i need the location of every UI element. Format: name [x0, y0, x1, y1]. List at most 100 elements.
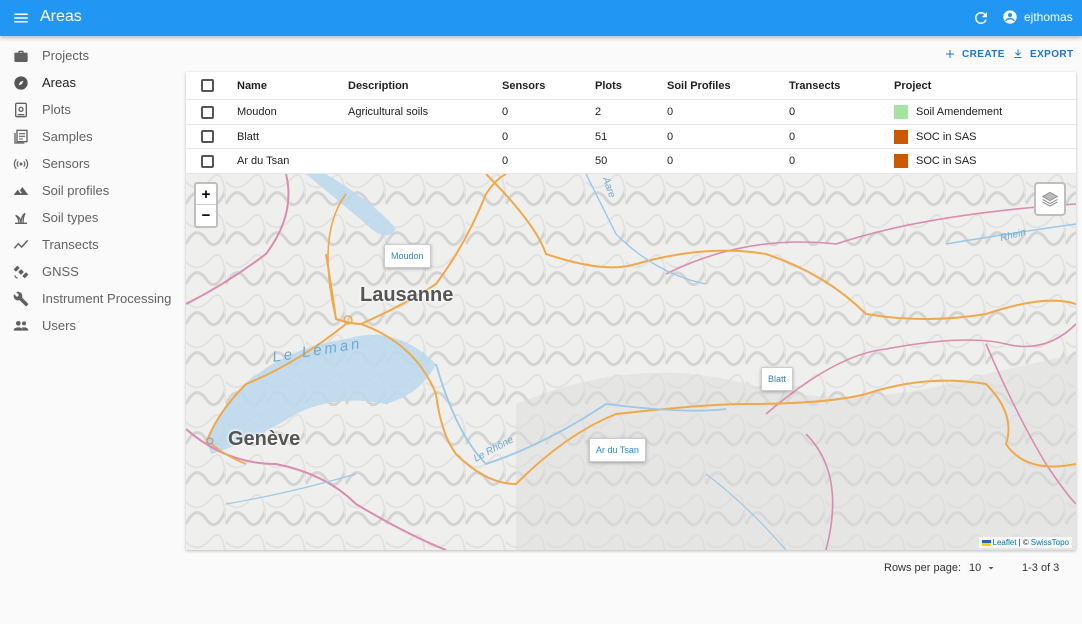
sidebar-item-samples[interactable]: Samples — [0, 123, 180, 150]
briefcase-icon — [12, 47, 30, 65]
cell-soil-profiles: 0 — [667, 155, 674, 167]
layers-icon — [1041, 191, 1059, 207]
cell-sensors: 0 — [502, 155, 509, 167]
map-attribution: Leaflet | © SwissTopo — [978, 537, 1072, 548]
cell-name: Ar du Tsan — [237, 155, 290, 167]
pagination-range: 1-3 of 3 — [1022, 562, 1060, 574]
cell-project: SOC in SAS — [894, 125, 977, 148]
row-checkbox[interactable] — [201, 130, 214, 143]
cell-sensors: 0 — [502, 106, 509, 118]
layers-button[interactable] — [1034, 182, 1066, 216]
cell-plots: 51 — [595, 130, 608, 143]
cell-transects: 0 — [789, 106, 796, 118]
column-header-sensors[interactable]: Sensors — [502, 72, 545, 99]
rows-per-page-select[interactable]: 10 — [969, 562, 997, 574]
project-name: SOC in SAS — [916, 155, 977, 167]
sidebar-item-label: Soil types — [42, 210, 99, 225]
sidebar-item-instrument-processing[interactable]: Instrument Processing — [0, 285, 180, 312]
swisstopo-link[interactable]: SwissTopo — [1031, 538, 1069, 547]
column-header-soil-profiles[interactable]: Soil Profiles — [667, 72, 731, 99]
sidebar-item-label: Transects — [42, 237, 99, 252]
sidebar-item-label: Sensors — [42, 156, 90, 171]
sidebar-item-users[interactable]: Users — [0, 312, 180, 339]
export-button-label: EXPORT — [1030, 48, 1074, 60]
wrench-icon — [12, 290, 30, 308]
column-header-project[interactable]: Project — [894, 72, 931, 99]
cell-description: Agricultural soils — [348, 106, 429, 118]
user-menu[interactable]: ejthomas — [1002, 9, 1073, 25]
sidebar-item-gnss[interactable]: GNSS — [0, 258, 180, 285]
sidebar-item-plots[interactable]: Plots — [0, 96, 180, 123]
zoom-control: + − — [194, 182, 218, 228]
create-button-label: CREATE — [962, 48, 1005, 60]
project-name: SOC in SAS — [916, 130, 977, 143]
sidebar-item-label: Soil profiles — [42, 183, 110, 198]
grass-icon — [12, 209, 30, 227]
zoom-in-button[interactable]: + — [196, 184, 216, 205]
compass-icon — [12, 74, 30, 92]
sidebar-item-transects[interactable]: Transects — [0, 231, 180, 258]
sidebar-item-label: Users — [42, 318, 76, 333]
row-checkbox-cell — [201, 149, 214, 173]
plus-icon — [946, 50, 954, 58]
ukraine-flag-icon — [981, 539, 991, 546]
sidebar-item-label: Instrument Processing — [42, 291, 172, 306]
project-color-swatch — [894, 154, 908, 168]
sidebar-item-areas[interactable]: Areas — [0, 69, 180, 96]
project-color-swatch — [894, 129, 908, 144]
zoom-out-button[interactable]: − — [196, 205, 216, 226]
cell-sensors: 0 — [502, 130, 509, 143]
cell-transects: 0 — [789, 130, 796, 143]
select-all-checkbox[interactable] — [201, 79, 214, 92]
cell-soil-profiles: 0 — [667, 130, 674, 143]
sidebar-item-soil-types[interactable]: Soil types — [0, 204, 180, 231]
table-row[interactable]: Blatt 0 51 0 0 SOC in SAS — [186, 125, 1076, 149]
row-checkbox-cell — [201, 125, 214, 148]
app-bar: Areas ejthomas — [0, 0, 1082, 36]
row-checkbox[interactable] — [201, 154, 214, 168]
project-color-swatch — [894, 105, 908, 119]
sidebar-item-label: Projects — [42, 48, 89, 63]
column-header-name[interactable]: Name — [237, 72, 267, 99]
cell-transects: 0 — [789, 155, 796, 167]
leaflet-link[interactable]: Leaflet — [993, 538, 1017, 547]
refresh-icon[interactable] — [972, 9, 990, 27]
sidebar-item-label: Plots — [42, 102, 71, 117]
export-button[interactable]: EXPORT — [1012, 48, 1074, 60]
satellite-icon — [12, 263, 30, 281]
city-label: Genève — [228, 428, 301, 450]
download-icon — [1014, 49, 1022, 58]
project-name: Soil Amendement — [916, 106, 1003, 118]
row-checkbox-cell — [201, 100, 214, 124]
sidebar-item-label: Areas — [42, 75, 76, 90]
menu-icon[interactable] — [12, 9, 30, 27]
map[interactable]: Lausanne Genève Le Léman Le Rhône Aare R… — [186, 174, 1076, 550]
create-button[interactable]: CREATE — [944, 48, 1005, 60]
chevron-down-icon — [988, 567, 994, 570]
samples-icon — [12, 128, 30, 146]
sidebar-item-projects[interactable]: Projects — [0, 42, 180, 69]
people-icon — [12, 317, 30, 335]
sensor-icon — [12, 155, 30, 173]
table-row[interactable]: Ar du Tsan 0 50 0 0 SOC in SAS — [186, 149, 1076, 174]
cell-plots: 50 — [595, 155, 608, 167]
cell-soil-profiles: 0 — [667, 106, 674, 118]
map-marker-blatt[interactable]: Blatt — [761, 367, 794, 391]
table-row[interactable]: Moudon Agricultural soils 0 2 0 0 Soil A… — [186, 100, 1076, 125]
username: ejthomas — [1024, 10, 1073, 24]
terrain-icon — [12, 182, 30, 200]
page-title: Areas — [40, 8, 82, 25]
sidebar-item-soil-profiles[interactable]: Soil profiles — [0, 177, 180, 204]
cell-project: SOC in SAS — [894, 149, 977, 173]
cell-name: Moudon — [237, 106, 277, 118]
map-marker-moudon[interactable]: Moudon — [384, 244, 431, 268]
column-header-plots[interactable]: Plots — [595, 72, 622, 99]
row-checkbox[interactable] — [201, 105, 214, 119]
column-header-transects[interactable]: Transects — [789, 72, 840, 99]
column-header-description[interactable]: Description — [348, 72, 409, 99]
sidebar-item-label: GNSS — [42, 264, 79, 279]
sidebar-item-label: Samples — [42, 129, 93, 144]
sidebar-item-sensors[interactable]: Sensors — [0, 150, 180, 177]
areas-card: Name Description Sensors Plots Soil Prof… — [186, 72, 1076, 550]
map-marker-ar-du-tsan[interactable]: Ar du Tsan — [589, 438, 646, 462]
